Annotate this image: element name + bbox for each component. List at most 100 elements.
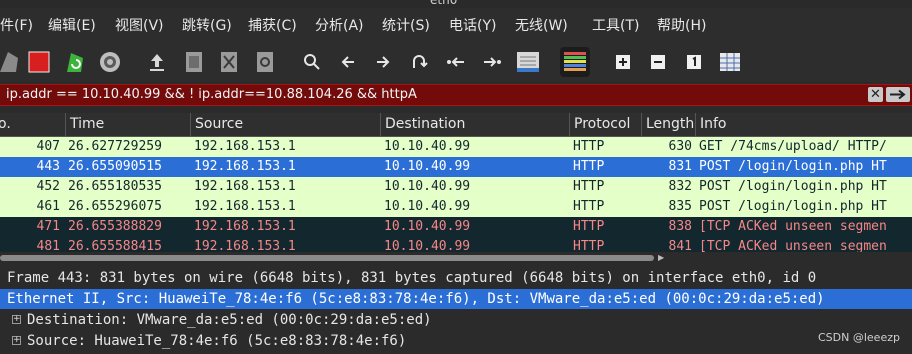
forward-arrow-icon[interactable] (368, 47, 398, 77)
packet-destination: 10.10.40.99 (384, 179, 471, 194)
packet-protocol: HTTP (573, 159, 605, 174)
column-info[interactable]: Info (695, 113, 912, 136)
packet-length: 630 (668, 139, 692, 154)
first-packet-icon[interactable] (441, 47, 471, 77)
scroll-right-icon[interactable]: ▶ (658, 253, 664, 263)
go-to-packet-icon[interactable] (404, 47, 434, 77)
packet-number: 481 (36, 239, 60, 252)
last-packet-icon[interactable] (477, 47, 507, 77)
menu-telephony[interactable]: 电话(Y) (449, 8, 515, 44)
scrollbar-thumb[interactable] (0, 255, 654, 261)
packet-destination: 10.10.40.99 (384, 219, 471, 234)
zoom-in-icon[interactable] (608, 47, 638, 77)
display-filter-input[interactable]: ip.addr == 10.10.40.99 && ! ip.addr==10.… (6, 85, 417, 105)
packet-number: 461 (36, 199, 60, 214)
column-time[interactable]: Time (65, 113, 191, 136)
packet-time: 26.655090515 (68, 159, 162, 174)
display-filter-bar: ip.addr == 10.10.40.99 && ! ip.addr==10.… (0, 84, 912, 106)
packet-info: POST /login/login.php HT (699, 159, 887, 174)
packet-protocol: HTTP (573, 179, 605, 194)
packet-length: 841 (668, 239, 692, 252)
packet-protocol: HTTP (573, 139, 605, 154)
menu-edit[interactable]: 编辑(E) (48, 8, 115, 44)
column-protocol[interactable]: Protocol (569, 113, 642, 136)
detail-frame[interactable]: Frame 443: 831 bytes on wire (6648 bits)… (0, 268, 912, 288)
expand-icon[interactable]: + (12, 336, 21, 345)
menu-tools[interactable]: 工具(T) (592, 8, 657, 44)
shark-fin-icon[interactable] (0, 47, 24, 77)
packet-row-selected[interactable]: 443 26.655090515 192.168.153.1 10.10.40.… (0, 157, 912, 177)
packet-details-pane: Frame 443: 831 bytes on wire (6648 bits)… (0, 266, 912, 354)
packet-info: [TCP ACKed unseen segmen (699, 219, 887, 234)
packet-length: 832 (668, 179, 692, 194)
menu-view[interactable]: 视图(V) (115, 8, 182, 44)
detail-text: Frame 443: 831 bytes on wire (6648 bits)… (7, 270, 817, 286)
open-file-icon[interactable] (142, 47, 172, 77)
normal-size-icon[interactable] (679, 47, 709, 77)
packet-row[interactable]: 452 26.655180535 192.168.153.1 10.10.40.… (0, 177, 912, 197)
packet-time: 26.655296075 (68, 199, 162, 214)
column-destination[interactable]: Destination (380, 113, 570, 136)
detail-source[interactable]: + Source: HuaweiTe_78:4e:f6 (5c:e8:83:78… (0, 331, 912, 351)
packet-row[interactable]: 461 26.655296075 192.168.153.1 10.10.40.… (0, 197, 912, 217)
packet-row[interactable]: 481 26.655588415 192.168.153.1 10.10.40.… (0, 237, 912, 252)
packet-number: 471 (36, 219, 60, 234)
packet-time: 26.655588415 (68, 239, 162, 252)
packet-row[interactable]: 471 26.655388829 192.168.153.1 10.10.40.… (0, 217, 912, 237)
menu-file[interactable]: 文件(F) (0, 8, 48, 44)
zoom-out-icon[interactable] (643, 47, 673, 77)
packet-list-scrollbar[interactable]: ▶ (0, 253, 912, 263)
resize-columns-icon[interactable] (715, 47, 745, 77)
column-source[interactable]: Source (190, 113, 381, 136)
auto-scroll-icon[interactable] (513, 47, 543, 77)
restart-capture-icon[interactable] (60, 47, 90, 77)
packet-length: 835 (668, 199, 692, 214)
detail-text: Source: HuaweiTe_78:4e:f6 (5c:e8:83:78:4… (27, 333, 407, 349)
packet-length: 831 (668, 159, 692, 174)
menu-statistics[interactable]: 统计(S) (382, 8, 449, 44)
packet-length: 838 (668, 219, 692, 234)
back-arrow-icon[interactable] (333, 47, 363, 77)
capture-options-icon[interactable] (95, 47, 125, 77)
packet-protocol: HTTP (573, 239, 605, 252)
packet-destination: 10.10.40.99 (384, 159, 471, 174)
packet-destination: 10.10.40.99 (384, 139, 471, 154)
packet-time: 26.655180535 (68, 179, 162, 194)
column-number[interactable]: o. (0, 113, 66, 136)
save-file-icon[interactable] (179, 47, 209, 77)
menu-help[interactable]: 帮助(H) (657, 8, 723, 44)
packet-list: 407 26.627729259 192.168.153.1 10.10.40.… (0, 137, 912, 252)
packet-source: 192.168.153.1 (194, 159, 296, 174)
packet-row[interactable]: 407 26.627729259 192.168.153.1 10.10.40.… (0, 137, 912, 157)
clear-filter-icon[interactable]: ✕ (868, 87, 883, 102)
detail-text: Ethernet II, Src: HuaweiTe_78:4e:f6 (5c:… (7, 291, 825, 307)
expand-icon[interactable]: + (12, 315, 21, 324)
detail-ethernet[interactable]: Ethernet II, Src: HuaweiTe_78:4e:f6 (5c:… (0, 289, 912, 309)
packet-source: 192.168.153.1 (194, 179, 296, 194)
menu-analyze[interactable]: 分析(A) (315, 8, 382, 44)
column-length[interactable]: Length (641, 113, 696, 136)
menu-wireless[interactable]: 无线(W) (515, 8, 592, 44)
packet-source: 192.168.153.1 (194, 199, 296, 214)
colorize-icon[interactable] (560, 47, 590, 77)
window-title: eth0 (430, 0, 458, 7)
packet-source: 192.168.153.1 (194, 219, 296, 234)
packet-list-header: o. Time Source Destination Protocol Leng… (0, 113, 912, 137)
packet-source: 192.168.153.1 (194, 139, 296, 154)
menu-capture[interactable]: 捕获(C) (248, 8, 315, 44)
stop-capture-icon[interactable] (24, 47, 54, 77)
menu-bar: 文件(F) 编辑(E) 视图(V) 跳转(G) 捕获(C) 分析(A) 统计(S… (0, 8, 912, 44)
packet-source: 192.168.153.1 (194, 239, 296, 252)
packet-info: [TCP ACKed unseen segmen (699, 239, 887, 252)
menu-go[interactable]: 跳转(G) (182, 8, 248, 44)
packet-protocol: HTTP (573, 199, 605, 214)
apply-filter-icon[interactable] (886, 87, 910, 102)
close-file-icon[interactable] (214, 47, 244, 77)
packet-protocol: HTTP (573, 219, 605, 234)
reload-file-icon[interactable] (250, 47, 280, 77)
detail-destination[interactable]: + Destination: VMware_da:e5:ed (00:0c:29… (0, 310, 912, 330)
packet-number: 407 (36, 139, 60, 154)
packet-info: GET /74cms/upload/ HTTP/ (699, 139, 887, 154)
packet-info: POST /login/login.php HT (699, 179, 887, 194)
search-icon[interactable] (297, 47, 327, 77)
